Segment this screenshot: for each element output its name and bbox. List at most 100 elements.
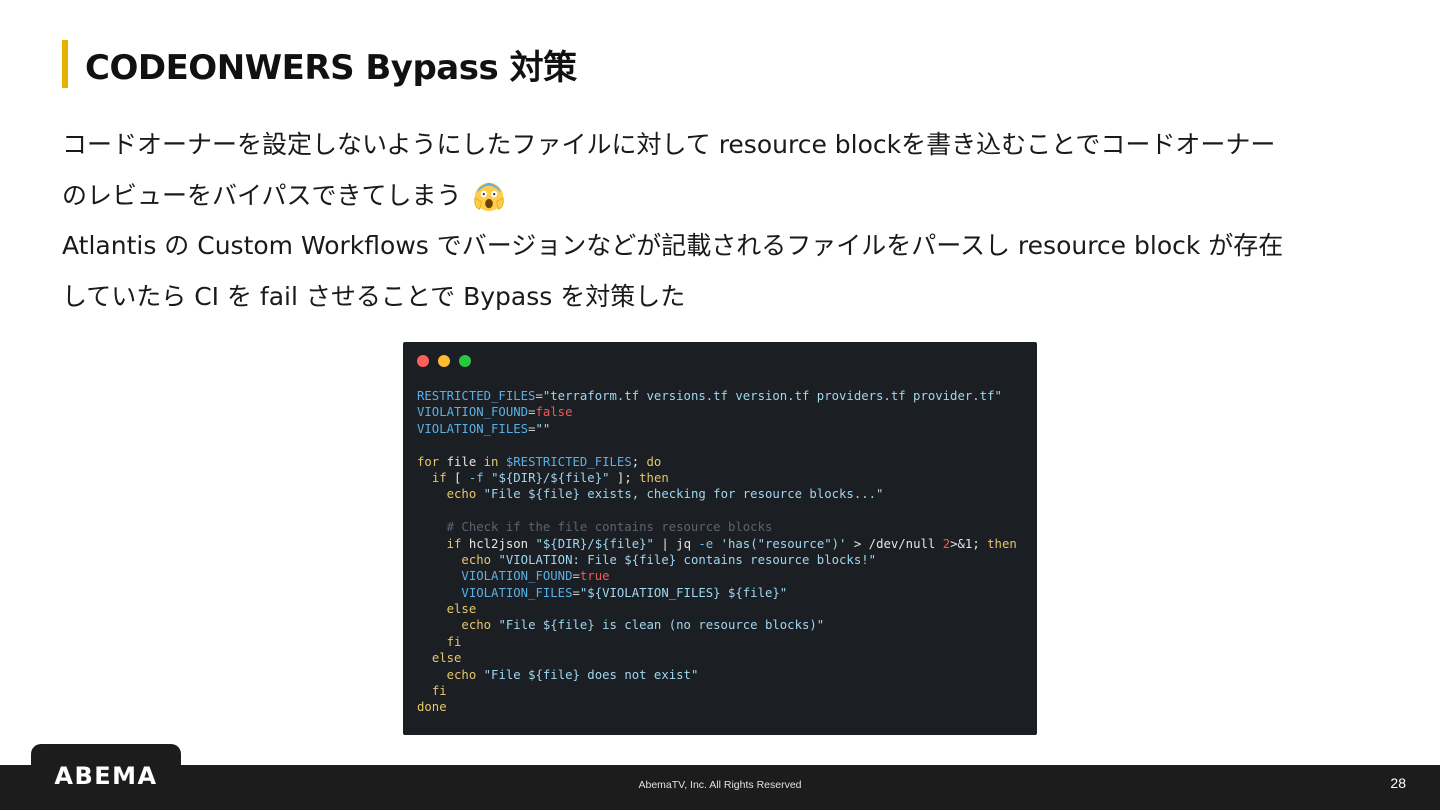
code-token: echo bbox=[446, 667, 477, 682]
maximize-dot-icon bbox=[459, 355, 471, 367]
code-token: fi bbox=[446, 634, 462, 649]
body-line-2-text: のレビューをバイパスできてしまう bbox=[62, 180, 462, 210]
code-line: if [ -f "${DIR}/${file}" ]; then bbox=[417, 470, 1017, 486]
code-line: VIOLATION_FOUND=true bbox=[417, 568, 1017, 584]
code-token: [ bbox=[446, 470, 469, 485]
body-line-3: Atlantis の Custom Workflows でバージョンなどが記載さ… bbox=[62, 221, 1422, 272]
code-token: VIOLATION_FILES bbox=[417, 421, 529, 436]
code-token: VIOLATION_FOUND bbox=[461, 569, 573, 584]
page-number: 28 bbox=[1390, 775, 1406, 791]
code-token: # Check if the file contains resource bl… bbox=[446, 520, 773, 535]
code-token: else bbox=[446, 602, 477, 617]
code-line: else bbox=[417, 650, 1017, 666]
code-line: done bbox=[417, 699, 1017, 715]
code-token: 'has("resource")' bbox=[720, 536, 847, 551]
code-token: "${DIR}/${file}" bbox=[491, 470, 610, 485]
code-token: | jq bbox=[653, 536, 699, 551]
slide-title-group: CODEONWERS Bypass 対策 bbox=[62, 40, 577, 88]
code-token: done bbox=[417, 700, 447, 715]
code-token: = bbox=[572, 569, 580, 584]
code-line: echo "VIOLATION: File ${file} contains r… bbox=[417, 552, 1017, 568]
code-line: RESTRICTED_FILES="terraform.tf versions.… bbox=[417, 388, 1017, 404]
body-line-3-text: Atlantis の Custom Workflows でバージョンなどが記載さ… bbox=[62, 231, 1284, 260]
code-block: RESTRICTED_FILES="terraform.tf versions.… bbox=[417, 388, 1017, 716]
code-token: VIOLATION_FOUND bbox=[417, 405, 529, 420]
code-token: RESTRICTED_FILES bbox=[417, 389, 536, 403]
code-token: echo bbox=[446, 487, 477, 502]
code-token: "terraform.tf versions.tf version.tf pro… bbox=[542, 389, 1002, 403]
code-line: VIOLATION_FOUND=false bbox=[417, 404, 1017, 420]
code-token: if bbox=[431, 470, 447, 485]
code-token: 2 bbox=[942, 536, 951, 551]
body-line-4: していたら CI を fail させることで Bypass を対策した bbox=[62, 272, 1422, 323]
code-token: echo bbox=[461, 552, 492, 567]
code-token: echo bbox=[461, 618, 492, 633]
code-line: if hcl2json "${DIR}/${file}" | jq -e 'ha… bbox=[417, 536, 1017, 552]
title-accent-bar bbox=[62, 40, 68, 88]
code-token: "File ${file} does not exist" bbox=[483, 667, 699, 682]
code-token: -e bbox=[698, 536, 714, 551]
code-token: >&1; bbox=[950, 536, 988, 551]
code-token: fi bbox=[431, 684, 447, 699]
body-line-1: コードオーナーを設定しないようにしたファイルに対して resource bloc… bbox=[62, 120, 1422, 171]
minimize-dot-icon bbox=[438, 355, 450, 367]
code-token: ]; bbox=[609, 470, 640, 485]
body-line-2: のレビューをバイパスできてしまう bbox=[62, 171, 1422, 222]
code-token: = bbox=[535, 389, 543, 403]
code-token: "${VIOLATION_FILES} ${file}" bbox=[579, 585, 788, 600]
code-screenshot: RESTRICTED_FILES="terraform.tf versions.… bbox=[403, 342, 1037, 735]
code-line: echo "File ${file} does not exist" bbox=[417, 667, 1017, 683]
slide-body: コードオーナーを設定しないようにしたファイルに対して resource bloc… bbox=[62, 120, 1422, 322]
body-line-4-text: していたら CI を fail させることで Bypass を対策した bbox=[62, 281, 686, 311]
code-token: hcl2json bbox=[461, 536, 536, 551]
code-token: do bbox=[646, 454, 662, 469]
code-line: echo "File ${file} is clean (no resource… bbox=[417, 617, 1017, 633]
code-line: VIOLATION_FILES="${VIOLATION_FILES} ${fi… bbox=[417, 585, 1017, 601]
code-token: file bbox=[439, 454, 484, 469]
code-token: -f bbox=[468, 470, 484, 485]
code-line: fi bbox=[417, 634, 1017, 650]
code-token: "${DIR}/${file}" bbox=[535, 536, 654, 551]
code-token: "" bbox=[535, 421, 551, 436]
close-dot-icon bbox=[417, 355, 429, 367]
code-token: false bbox=[535, 405, 573, 420]
code-token: ; bbox=[631, 454, 647, 469]
body-line-1-text: コードオーナーを設定しないようにしたファイルに対して resource bloc… bbox=[62, 130, 1276, 159]
screaming-face-emoji-icon bbox=[473, 182, 504, 211]
slide-title: CODEONWERS Bypass 対策 bbox=[85, 47, 577, 88]
code-line: # Check if the file contains resource bl… bbox=[417, 519, 1017, 535]
code-token: then bbox=[639, 470, 669, 485]
code-token: in bbox=[483, 454, 499, 469]
window-controls bbox=[417, 355, 471, 367]
code-line: VIOLATION_FILES="" bbox=[417, 421, 1017, 437]
copyright-text: AbemaTV, Inc. All Rights Reserved bbox=[638, 779, 802, 791]
code-line: else bbox=[417, 601, 1017, 617]
code-token: if bbox=[446, 536, 462, 551]
code-token: "VIOLATION: File ${file} contains resour… bbox=[498, 552, 877, 567]
code-token: $RESTRICTED_FILES bbox=[505, 454, 632, 469]
abema-logo-tab: ABEMA bbox=[31, 744, 181, 810]
code-token: "File ${file} exists, checking for resou… bbox=[483, 487, 884, 502]
code-token: "File ${file} is clean (no resource bloc… bbox=[498, 618, 825, 633]
code-line: echo "File ${file} exists, checking for … bbox=[417, 486, 1017, 502]
code-token: > /dev/null bbox=[846, 536, 943, 551]
code-token: VIOLATION_FILES bbox=[461, 585, 573, 600]
code-token: for bbox=[417, 454, 440, 469]
code-line: for file in $RESTRICTED_FILES; do bbox=[417, 454, 1017, 470]
